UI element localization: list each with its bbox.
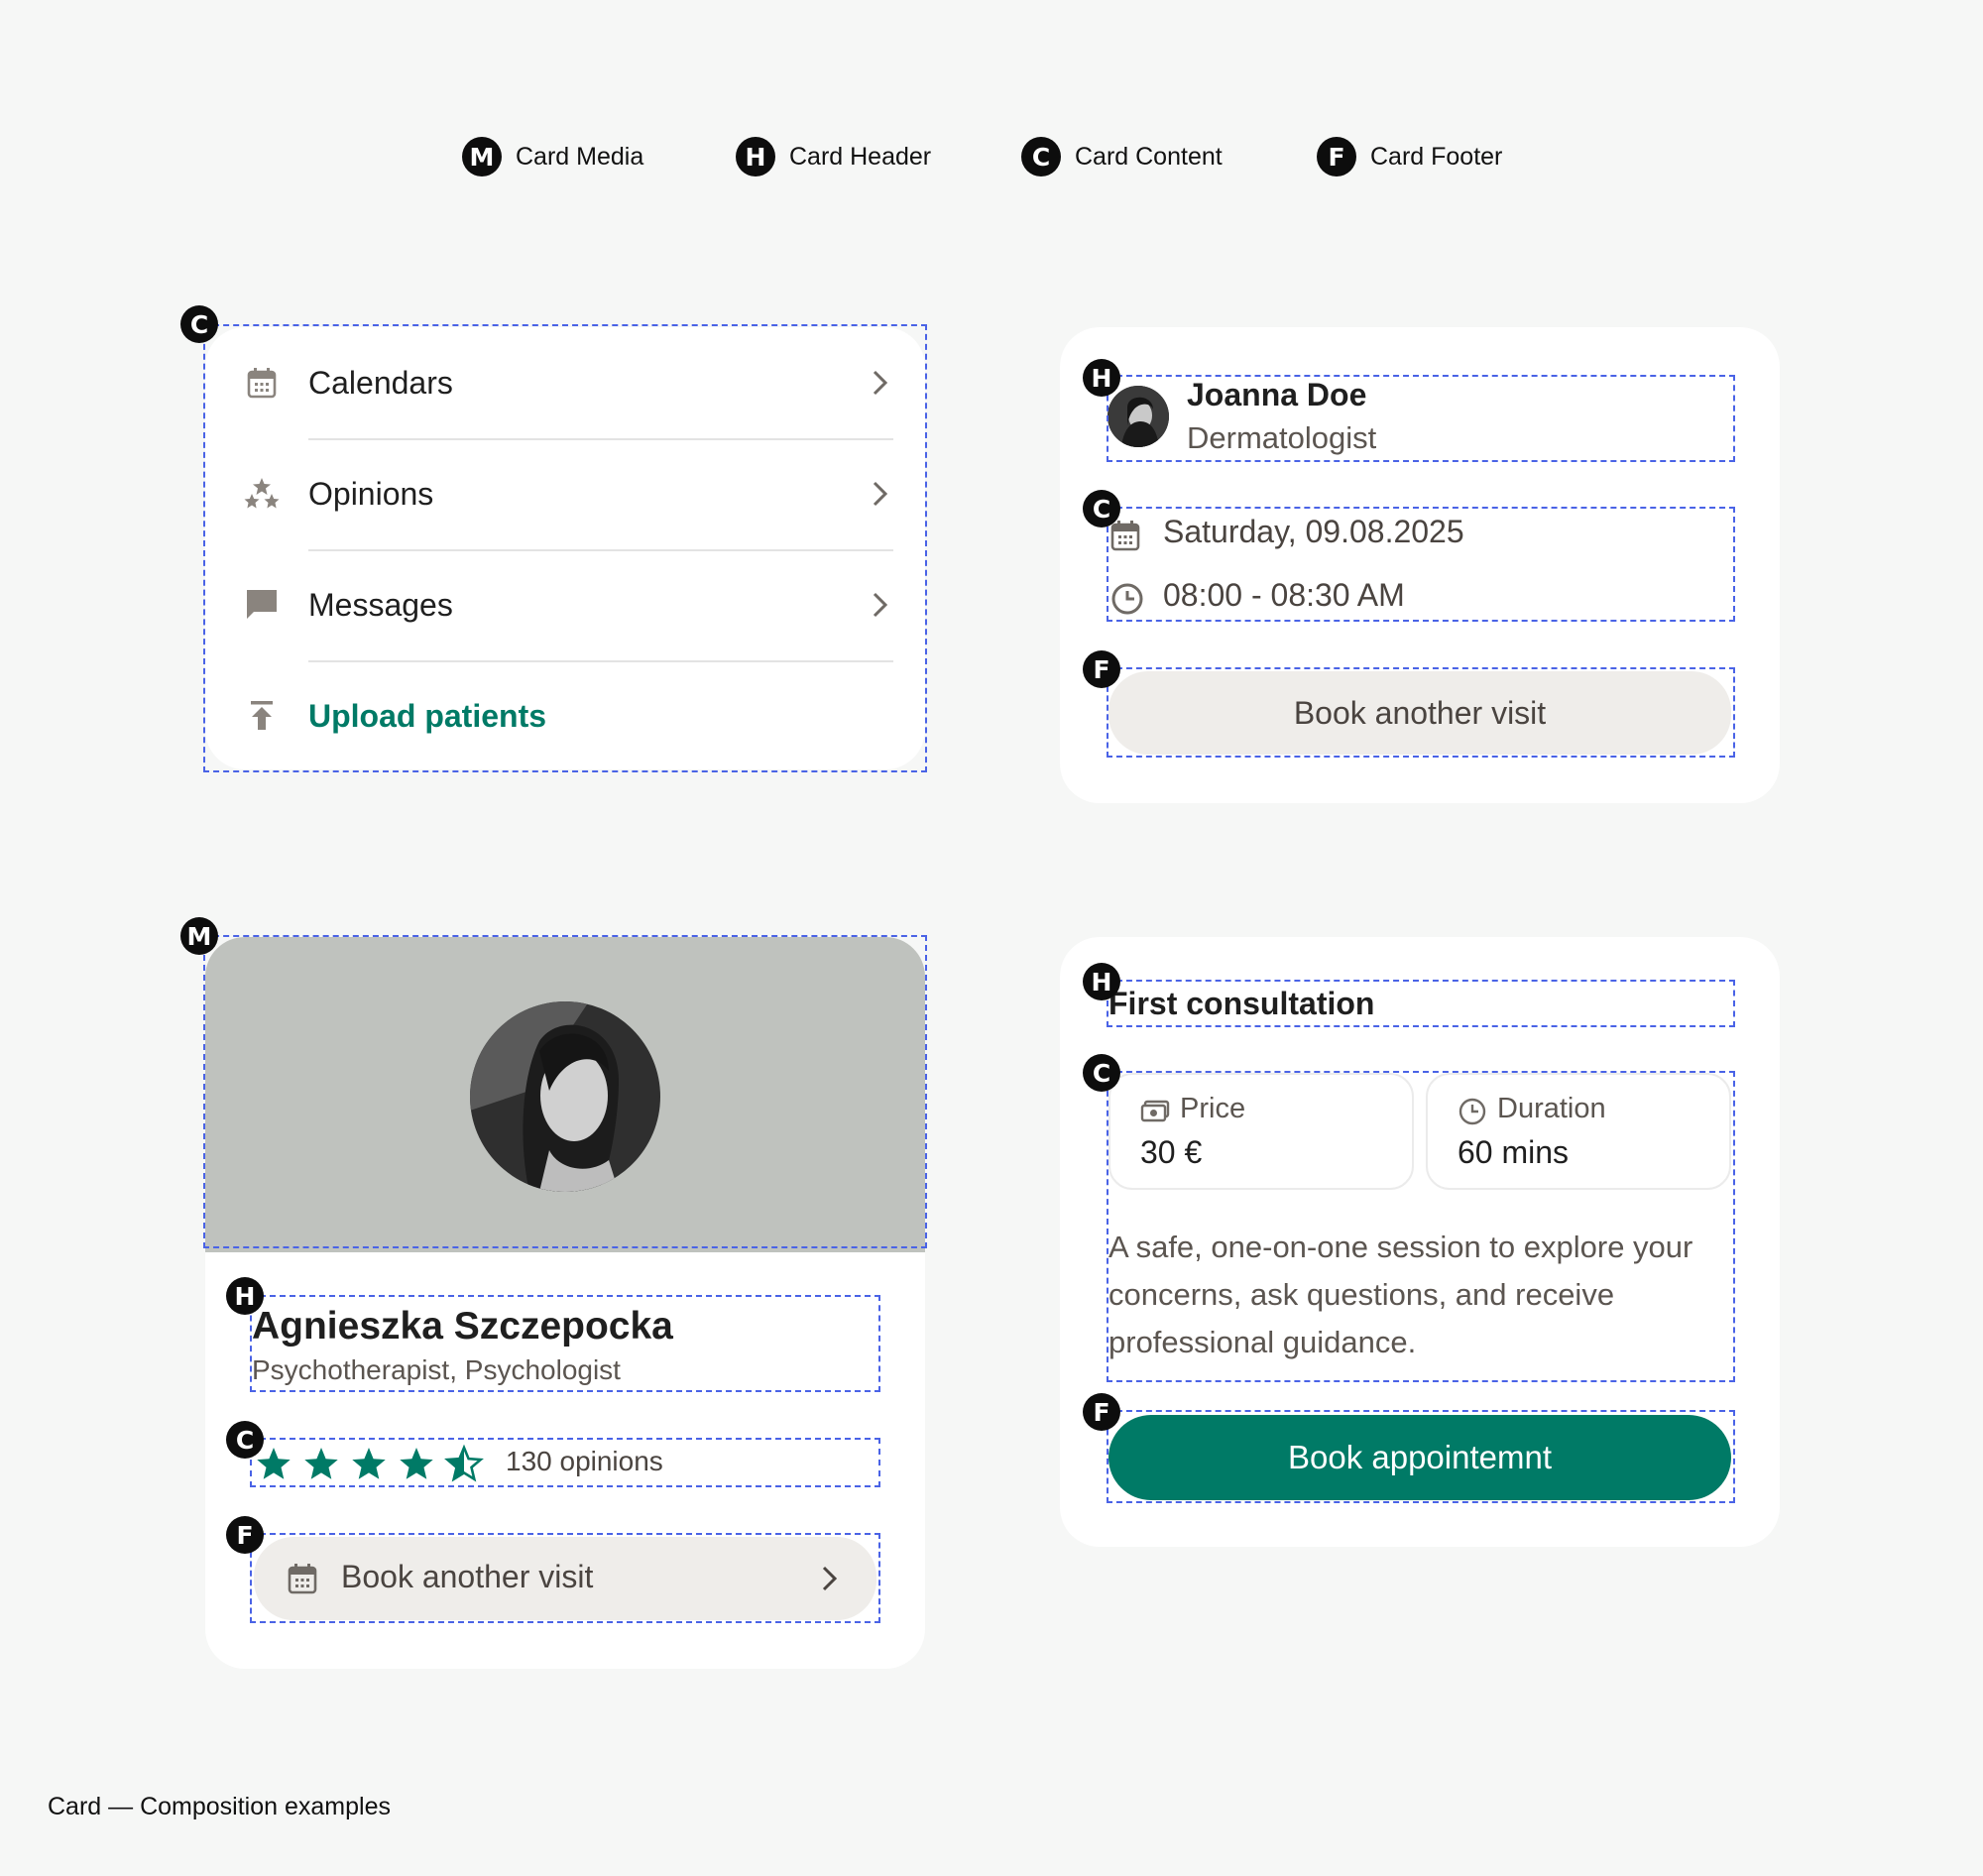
legend-header: H Card Header xyxy=(736,137,931,176)
badge-h-icon: H xyxy=(226,1277,264,1315)
button-label: Book another visit xyxy=(341,1559,594,1594)
upload-patients-label: Upload patients xyxy=(308,697,547,734)
badge-c-icon: C xyxy=(1083,490,1120,528)
menu-item-calendars[interactable]: Calendars xyxy=(205,327,925,438)
star-rating xyxy=(256,1444,494,1483)
clock-icon xyxy=(1110,582,1144,616)
badge-f-icon: F xyxy=(226,1516,264,1554)
star-full-icon xyxy=(400,1448,433,1479)
legend-label: Card Content xyxy=(1075,142,1223,171)
message-icon xyxy=(243,586,281,624)
menu-item-label: Messages xyxy=(308,586,453,623)
star-full-icon xyxy=(304,1448,338,1479)
upload-patients-item[interactable]: Upload patients xyxy=(205,660,925,771)
calendar-icon xyxy=(243,364,281,402)
doctor-name: Joanna Doe xyxy=(1187,377,1367,412)
profile-role: Psychotherapist, Psychologist xyxy=(252,1354,621,1385)
menu-item-label: Opinions xyxy=(308,475,434,512)
stars-icon xyxy=(243,475,281,513)
price-tile: Price 30 € xyxy=(1108,1073,1414,1190)
legend-label: Card Media xyxy=(516,142,644,171)
appointment-date: Saturday, 09.08.2025 xyxy=(1163,514,1464,549)
book-another-visit-button[interactable]: Book another visit xyxy=(254,1537,876,1620)
legend-label: Card Footer xyxy=(1370,142,1503,171)
book-appointment-button[interactable]: Book appointemnt xyxy=(1108,1415,1731,1500)
upload-icon xyxy=(243,697,281,735)
menu-item-messages[interactable]: Messages xyxy=(205,549,925,660)
badge-f-icon: F xyxy=(1083,1393,1120,1431)
page-caption: Card — Composition examples xyxy=(48,1793,391,1820)
badge-c-icon: C xyxy=(1083,1054,1120,1092)
money-icon xyxy=(1140,1100,1170,1122)
book-another-visit-button[interactable]: Book another visit xyxy=(1108,671,1731,755)
calendar-icon xyxy=(288,1563,319,1596)
duration-tile: Duration 60 mins xyxy=(1426,1073,1731,1190)
chevron-right-icon xyxy=(873,370,888,396)
badge-footer-icon: F xyxy=(1317,137,1356,176)
service-title: First consultation xyxy=(1108,986,1375,1021)
star-full-icon xyxy=(352,1448,386,1479)
price-label: Price xyxy=(1180,1093,1246,1124)
duration-value: 60 mins xyxy=(1458,1134,1570,1170)
legend-footer: F Card Footer xyxy=(1317,137,1502,176)
clock-icon xyxy=(1458,1098,1486,1125)
avatar xyxy=(1108,386,1169,447)
profile-name: Agnieszka Szczepocka xyxy=(252,1305,673,1348)
appointment-time: 08:00 - 08:30 AM xyxy=(1163,577,1405,613)
badge-h-icon: H xyxy=(1083,359,1120,397)
chevron-right-icon xyxy=(873,481,888,507)
badge-h-icon: H xyxy=(1083,963,1120,1000)
calendar-icon xyxy=(1110,520,1142,553)
menu-item-opinions[interactable]: Opinions xyxy=(205,438,925,549)
badge-c-icon: C xyxy=(180,305,218,343)
star-full-icon xyxy=(257,1448,291,1479)
duration-label: Duration xyxy=(1497,1093,1606,1124)
doctor-role: Dermatologist xyxy=(1187,420,1377,455)
menu-card: Calendars Opinions Messages Upload patie… xyxy=(205,327,925,769)
star-half-icon xyxy=(444,1444,484,1482)
badge-m-icon: M xyxy=(180,917,218,955)
badge-f-icon: F xyxy=(1083,650,1120,688)
legend-media: M Card Media xyxy=(462,137,643,176)
badge-content-icon: C xyxy=(1021,137,1061,176)
legend-label: Card Header xyxy=(789,142,932,171)
menu-item-label: Calendars xyxy=(308,364,453,401)
profile-photo xyxy=(470,1001,660,1192)
badge-c-icon: C xyxy=(226,1421,264,1459)
chevron-right-icon xyxy=(822,1566,838,1591)
badge-media-icon: M xyxy=(462,137,502,176)
chevron-right-icon xyxy=(873,592,888,618)
price-value: 30 € xyxy=(1140,1134,1203,1170)
badge-header-icon: H xyxy=(736,137,775,176)
service-description: A safe, one-on-one session to explore yo… xyxy=(1108,1230,1693,1359)
legend-content: C Card Content xyxy=(1021,137,1223,176)
opinions-count[interactable]: 130 opinions xyxy=(506,1446,663,1477)
